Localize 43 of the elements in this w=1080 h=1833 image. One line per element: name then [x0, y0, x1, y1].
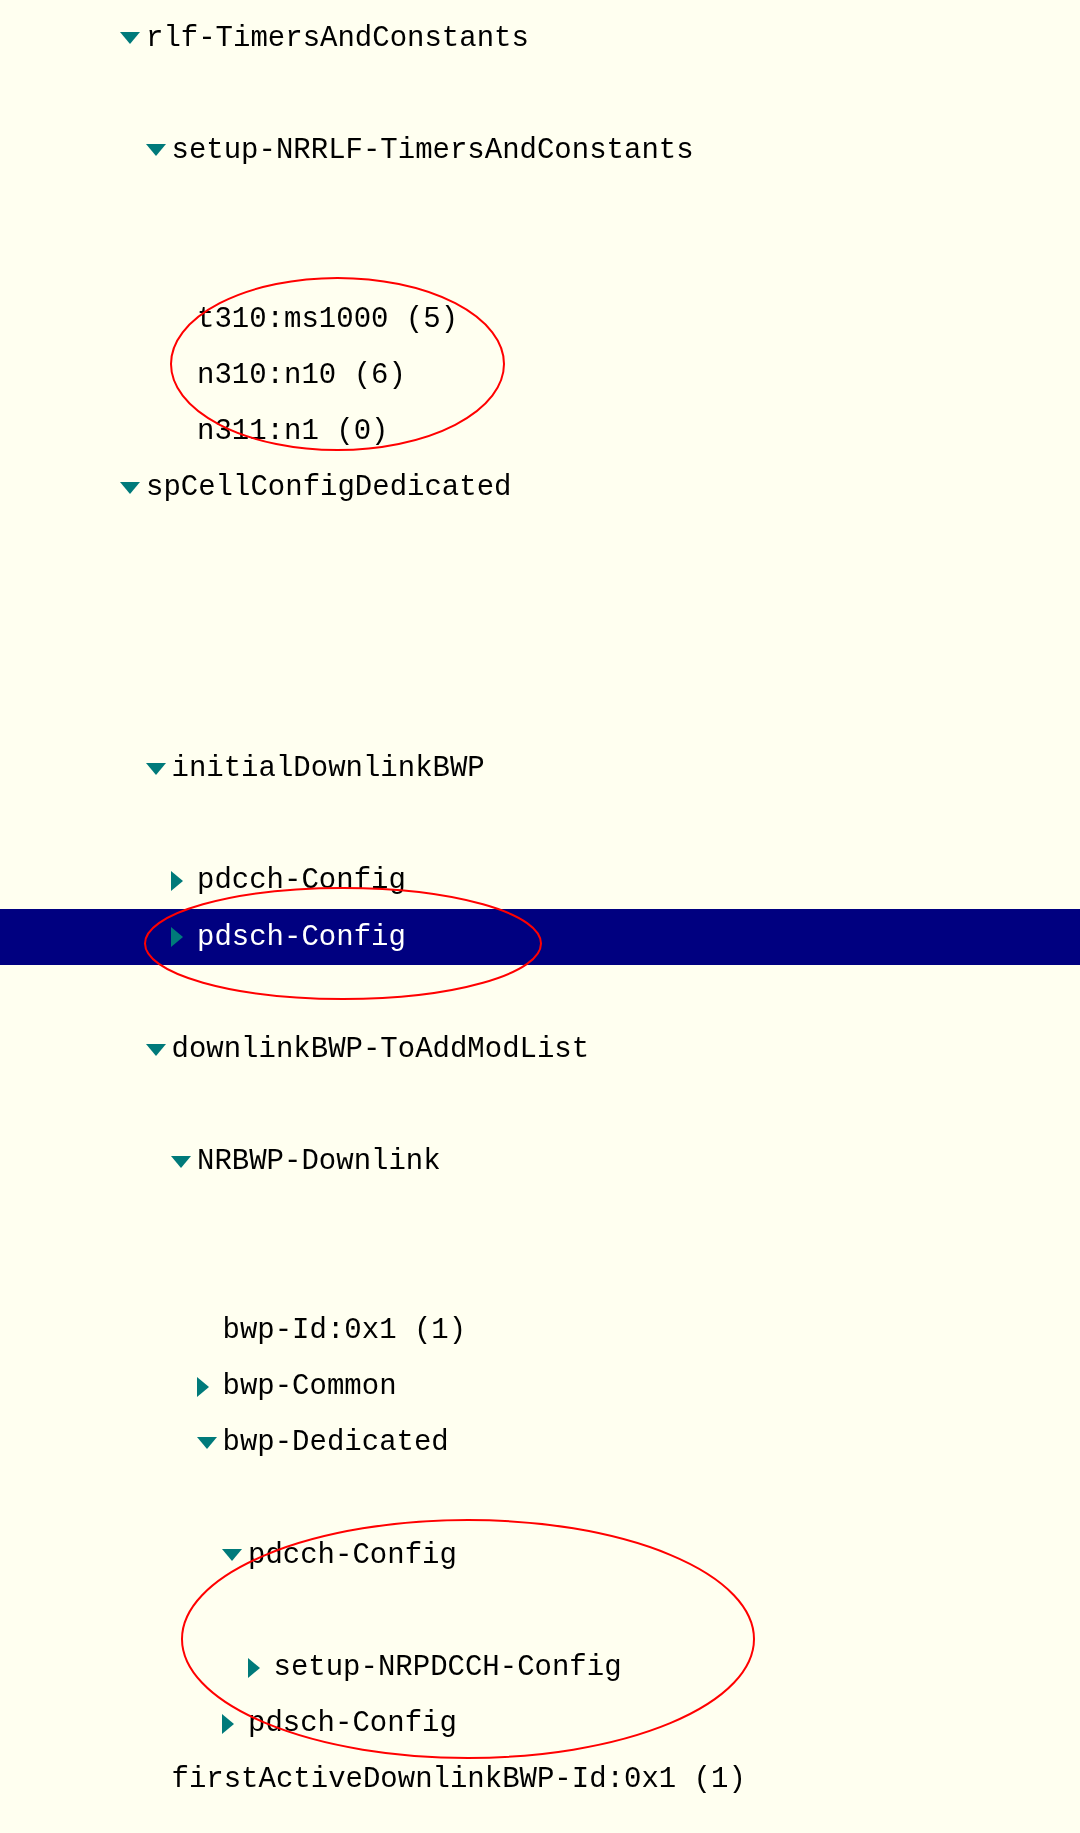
node-label: pdcch-Config	[197, 866, 406, 896]
tree-row[interactable]: pdcch-Config	[0, 852, 1080, 910]
tree-row[interactable]: downlinkBWP-ToAddModList	[0, 1021, 1080, 1078]
tree-row[interactable]: firstActiveDownlinkBWP-Id:0x1 (1)	[0, 1751, 1080, 1809]
node-label: firstActiveDownlinkBWP-Id:0x1 (1)	[171, 1765, 746, 1795]
node-label: NRBWP-Downlink	[197, 1147, 441, 1177]
node-label: bwp-Dedicated	[222, 1428, 449, 1458]
node-label: n310:n10 (6)	[197, 360, 406, 390]
node-label: t310:ms1000 (5)	[197, 304, 459, 334]
collapsed-triangle-icon[interactable]	[222, 1713, 234, 1734]
node-label: downlinkBWP-ToAddModList	[171, 1035, 590, 1065]
collapsed-triangle-icon[interactable]	[247, 1657, 260, 1678]
expanded-triangle-icon[interactable]	[196, 1436, 217, 1449]
expanded-triangle-icon[interactable]	[145, 144, 166, 157]
node-label: rlf-TimersAndConstants	[146, 23, 529, 53]
node-label: setup-NRPDCCH-Config	[273, 1653, 622, 1683]
expanded-triangle-icon[interactable]	[171, 1155, 191, 1168]
collapsed-triangle-icon[interactable]	[171, 870, 183, 891]
expanded-triangle-icon[interactable]	[145, 762, 166, 775]
node-label: setup-NRRLF-TimersAndConstants	[171, 135, 694, 165]
tree-row[interactable]: rlf-TimersAndConstants	[0, 10, 1080, 67]
expanded-triangle-icon[interactable]	[120, 481, 140, 494]
tree-row[interactable]: bwp-Id:0x1 (1)	[0, 1302, 1080, 1359]
node-label: initialDownlinkBWP	[171, 754, 485, 784]
collapsed-triangle-icon[interactable]	[196, 1376, 209, 1397]
tree-row[interactable]: initialDownlinkBWP	[0, 740, 1080, 797]
expanded-triangle-icon[interactable]	[145, 1043, 166, 1056]
tree-row[interactable]: setup-NRPDCCH-Config	[0, 1639, 1080, 1696]
expanded-triangle-icon[interactable]	[222, 1549, 242, 1562]
tree-row[interactable]: pdsch-Config	[0, 909, 1080, 966]
node-label: bwp-Id:0x1 (1)	[222, 1316, 467, 1345]
node-label: pdsch-Config	[197, 922, 406, 952]
tree-row[interactable]: bwp-Common	[0, 1358, 1080, 1415]
node-label: spCellConfigDedicated	[146, 473, 512, 503]
tree-row[interactable]: NRBWP-Downlink	[0, 1133, 1080, 1190]
tree-row[interactable]: spCellConfigDedicated	[0, 459, 1080, 516]
collapsed-triangle-icon[interactable]	[171, 927, 183, 948]
tree-row[interactable]: setup-NRRLF-TimersAndConstants	[0, 122, 1080, 179]
tree-row[interactable]: t310:ms1000 (5)	[0, 290, 1080, 348]
node-label: bwp-Common	[222, 1372, 397, 1402]
tree-row[interactable]: bwp-Dedicated	[0, 1414, 1080, 1471]
expanded-triangle-icon[interactable]	[120, 32, 140, 45]
tree-row[interactable]: n310:n10 (6)	[0, 347, 1080, 404]
